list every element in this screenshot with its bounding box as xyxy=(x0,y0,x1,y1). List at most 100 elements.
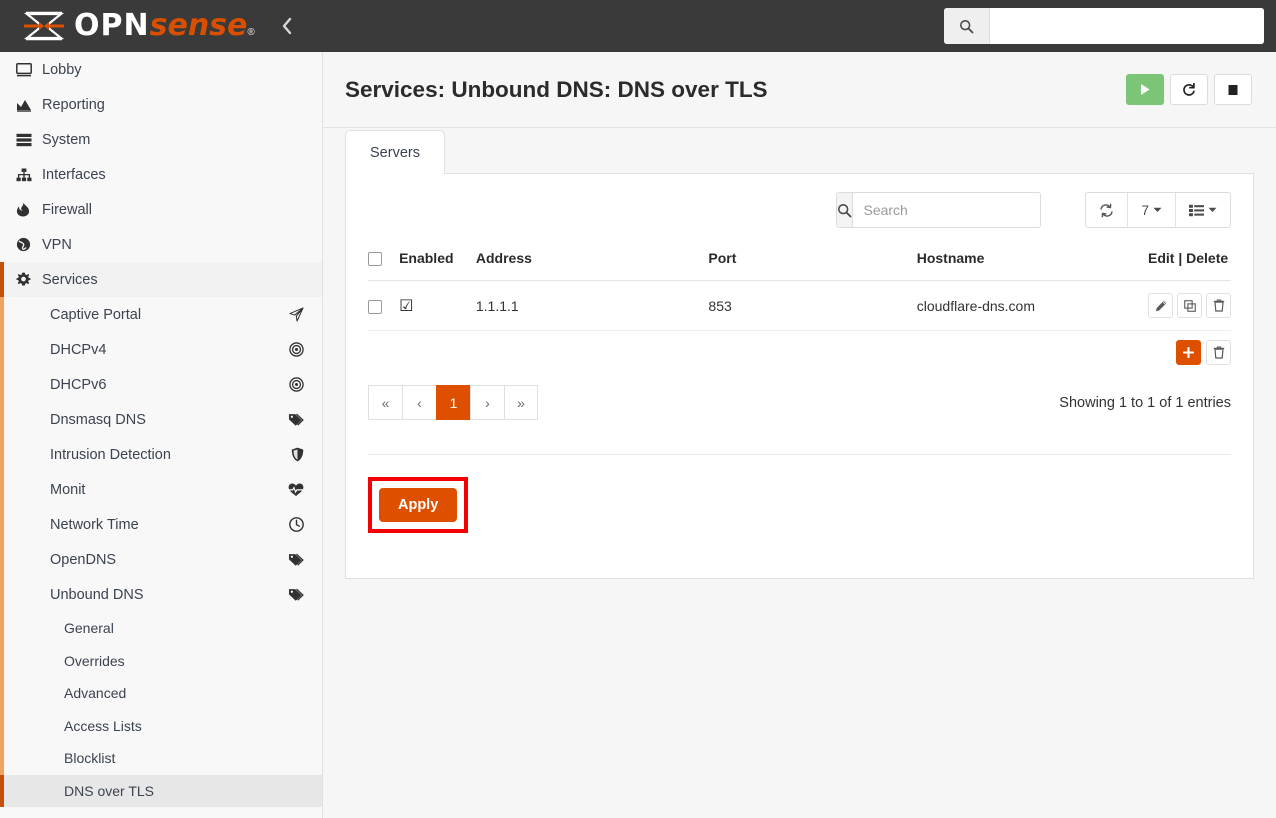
page-title: Services: Unbound DNS: DNS over TLS xyxy=(345,76,768,102)
table-row: ☑ 1.1.1.1 853 cloudflare-dns.com xyxy=(368,280,1231,332)
sidebar-item-captive-portal[interactable]: Captive Portal xyxy=(0,297,322,332)
sidebar-item-label: General xyxy=(64,620,114,637)
sidebar-item-lobby[interactable]: Lobby xyxy=(0,52,322,87)
apply-button[interactable]: Apply xyxy=(379,488,458,523)
row-select-checkbox[interactable] xyxy=(368,299,382,314)
shield-icon xyxy=(291,447,304,462)
restart-service-button[interactable] xyxy=(1170,74,1208,105)
servers-panel: 7 xyxy=(345,173,1254,579)
row-enabled-cell: ☑ xyxy=(399,280,476,332)
sidebar-item-unbound-advanced[interactable]: Advanced xyxy=(0,677,322,710)
table-reload-button[interactable] xyxy=(1086,193,1129,227)
table-footer-actions xyxy=(346,331,1253,366)
sidebar-item-network-time[interactable]: Network Time xyxy=(0,507,322,542)
sidebar-item-unbound-overrides[interactable]: Overrides xyxy=(0,644,322,677)
sidebar-item-label: Advanced xyxy=(64,685,127,702)
sidebar-item-firewall[interactable]: Firewall xyxy=(0,192,322,227)
server-icon xyxy=(16,133,42,147)
pagination-first[interactable]: « xyxy=(368,385,402,421)
sidebar-item-unbound-blocklist[interactable]: Blocklist xyxy=(0,742,322,775)
sidebar-navigation: Lobby Reporting System Interfaces Firewa… xyxy=(0,52,323,818)
sidebar-item-reporting[interactable]: Reporting xyxy=(0,87,322,122)
row-actions-cell xyxy=(1148,280,1231,332)
search-icon xyxy=(837,193,854,227)
stop-service-button[interactable] xyxy=(1214,74,1252,105)
sidebar-item-label: Reporting xyxy=(42,96,105,113)
sidebar-item-unbound-access-lists[interactable]: Access Lists xyxy=(0,709,322,742)
column-visibility-dropdown[interactable] xyxy=(1176,193,1230,227)
select-all-header xyxy=(368,244,400,282)
sidebar-item-monit[interactable]: Monit xyxy=(0,472,322,507)
sidebar-item-unbound-dns[interactable]: Unbound DNS xyxy=(0,577,322,612)
pagination-prev[interactable]: ‹ xyxy=(402,385,436,421)
column-header-edit-delete: Edit | Delete xyxy=(1148,244,1231,282)
row-hostname-cell: cloudflare-dns.com xyxy=(916,280,1148,332)
sidebar-item-label: Interfaces xyxy=(42,166,106,183)
row-address-cell: 1.1.1.1 xyxy=(475,280,709,332)
sidebar-item-system[interactable]: System xyxy=(0,122,322,157)
sidebar-item-dnsmasq-dns[interactable]: Dnsmasq DNS xyxy=(0,402,322,437)
column-header-address[interactable]: Address xyxy=(475,244,709,282)
sidebar-item-dhcpv4[interactable]: DHCPv4 xyxy=(0,332,322,367)
sidebar-item-label: Overrides xyxy=(64,652,125,669)
select-all-checkbox[interactable] xyxy=(368,252,382,267)
tab-label: Servers xyxy=(370,144,420,161)
chevron-left-icon[interactable] xyxy=(281,16,293,36)
trash-icon xyxy=(1213,346,1225,359)
sidebar-item-opendns[interactable]: OpenDNS xyxy=(0,542,322,577)
table-search-input[interactable] xyxy=(853,193,1041,227)
logo-registered-mark: ® xyxy=(247,27,255,38)
sidebar-item-label: Blocklist xyxy=(64,750,116,767)
sidebar-item-services[interactable]: Services xyxy=(0,262,322,297)
page-header: Services: Unbound DNS: DNS over TLS xyxy=(323,52,1276,128)
service-control-buttons xyxy=(1126,74,1252,105)
sidebar-item-label: Captive Portal xyxy=(50,306,142,323)
pagination-next[interactable]: › xyxy=(470,385,504,421)
sidebar-item-unbound-dns-over-tls[interactable]: DNS over TLS xyxy=(0,774,322,807)
sidebar-item-unbound-general[interactable]: General xyxy=(0,612,322,645)
bullseye-icon xyxy=(289,342,304,357)
delete-row-button[interactable] xyxy=(1206,293,1231,319)
sidebar-item-interfaces[interactable]: Interfaces xyxy=(0,157,322,192)
global-search[interactable] xyxy=(944,8,1264,44)
chart-area-icon xyxy=(16,98,42,112)
servers-table: Enabled Address Port Hostname Edit | Del… xyxy=(368,244,1231,332)
sidebar-item-vpn[interactable]: VPN xyxy=(0,227,322,262)
column-header-port[interactable]: Port xyxy=(708,244,917,282)
page-size-dropdown[interactable]: 7 xyxy=(1128,193,1176,227)
sidebar-item-intrusion-detection[interactable]: Intrusion Detection xyxy=(0,437,322,472)
heartbeat-icon xyxy=(288,483,304,497)
brand-logo[interactable]: OPN sense ® xyxy=(22,11,255,41)
edit-row-button[interactable] xyxy=(1148,293,1173,319)
clock-icon xyxy=(289,517,304,532)
clone-row-button[interactable] xyxy=(1177,293,1202,319)
sidebar-item-dhcpv6[interactable]: DHCPv6 xyxy=(0,367,322,402)
tags-icon xyxy=(288,552,304,567)
apply-section: Apply xyxy=(346,455,1253,559)
pagination-row: « ‹ 1 › » Showing 1 to 1 of 1 entries xyxy=(346,365,1253,421)
trash-icon xyxy=(1213,299,1225,312)
sidebar-item-label: Dnsmasq DNS xyxy=(50,411,146,428)
search-icon xyxy=(944,8,990,44)
tab-servers[interactable]: Servers xyxy=(345,130,445,174)
logo-text-primary: OPN xyxy=(74,8,150,43)
fire-icon xyxy=(16,202,42,217)
pencil-icon xyxy=(1155,300,1167,312)
pagination-last[interactable]: » xyxy=(504,385,538,421)
pagination: « ‹ 1 › » xyxy=(368,385,538,421)
start-service-button[interactable] xyxy=(1126,74,1164,105)
pagination-page-1[interactable]: 1 xyxy=(436,385,470,421)
sidebar-item-label: DHCPv6 xyxy=(50,376,107,393)
list-icon xyxy=(1189,204,1204,217)
sidebar-item-label: System xyxy=(42,131,91,148)
delete-selected-button[interactable] xyxy=(1206,340,1231,366)
table-controls: 7 xyxy=(1085,192,1231,228)
page-size-value: 7 xyxy=(1141,202,1149,218)
column-header-enabled[interactable]: Enabled xyxy=(399,244,476,282)
table-search[interactable] xyxy=(836,192,1042,228)
sidebar-item-label: DNS over TLS xyxy=(64,782,154,799)
column-header-hostname[interactable]: Hostname xyxy=(916,244,1148,282)
global-search-input[interactable] xyxy=(990,8,1264,44)
sidebar-item-label: Services xyxy=(42,271,98,288)
add-row-button[interactable] xyxy=(1176,340,1201,366)
